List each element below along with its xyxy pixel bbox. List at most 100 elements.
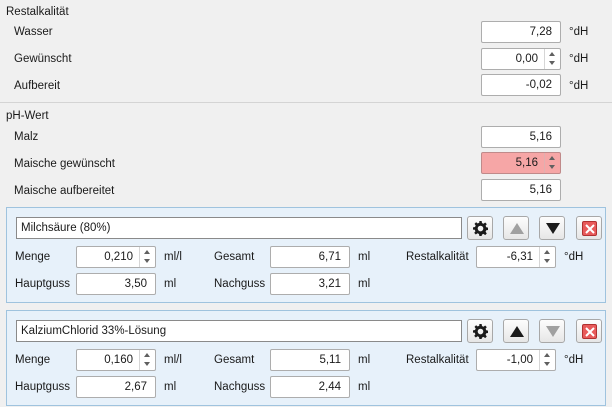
label-hauptguss: Hauptguss (15, 278, 70, 290)
settings-button[interactable] (467, 319, 493, 343)
maische-gewuenscht-value: 5,16 (515, 157, 538, 169)
step-down-icon[interactable] (545, 59, 560, 69)
aufbereit-field[interactable]: -0,02 (481, 74, 561, 96)
label-menge: Menge (15, 251, 51, 263)
label-malz: Malz (14, 131, 39, 143)
unit-aufbereit: °dH (569, 80, 589, 92)
unit-wasser: °dH (569, 26, 589, 38)
additive-name-field[interactable]: KalziumChlorid 33%-Lösung (16, 320, 462, 342)
menge-value: 0,210 (104, 251, 133, 263)
menge-value: 0,160 (104, 354, 133, 366)
label-gesamt: Gesamt (214, 354, 255, 366)
restalkalitaet-value: -1,00 (506, 354, 533, 366)
additive-name: Milchsäure (80%) (21, 222, 111, 234)
step-up-icon[interactable] (540, 247, 555, 257)
settings-button[interactable] (467, 216, 493, 240)
restalkalitaet-stepper[interactable] (539, 247, 555, 267)
section-divider (0, 102, 612, 103)
step-down-icon[interactable] (545, 163, 560, 173)
maische-gewuenscht-spinbox[interactable]: 5,16 (481, 152, 561, 174)
move-up-button[interactable] (503, 319, 529, 343)
nachguss-value: 2,44 (318, 381, 341, 393)
label-maische-aufbereitet: Maische aufbereitet (14, 185, 115, 197)
step-up-icon[interactable] (545, 49, 560, 59)
label-aufbereit: Aufbereit (14, 80, 61, 92)
additive-panel-kalziumchlorid: KalziumChlorid 33%-Lösung Menge 0,160 ml… (6, 310, 606, 406)
delete-icon (582, 324, 597, 339)
hauptguss-field[interactable]: 3,50 (76, 273, 156, 295)
unit-restalkalitaet: °dH (564, 354, 584, 366)
nachguss-field[interactable]: 2,44 (270, 376, 350, 398)
step-up-icon[interactable] (140, 350, 155, 360)
wasser-field[interactable]: 7,28 (481, 21, 561, 43)
maische-aufbereitet-field[interactable]: 5,16 (481, 179, 561, 201)
additive-name-field[interactable]: Milchsäure (80%) (16, 217, 462, 239)
delete-icon (582, 221, 597, 236)
label-wasser: Wasser (14, 26, 53, 38)
malz-value: 5,16 (529, 131, 552, 143)
move-down-button[interactable] (539, 216, 565, 240)
unit-hauptguss: ml (164, 278, 177, 290)
step-up-icon[interactable] (140, 247, 155, 257)
label-restalkalitaet: Restalkalität (406, 354, 469, 366)
additive-name: KalziumChlorid 33%-Lösung (21, 325, 167, 337)
label-menge: Menge (15, 354, 51, 366)
arrow-down-icon (546, 326, 560, 337)
label-gesamt: Gesamt (214, 251, 255, 263)
gesamt-field[interactable]: 5,11 (270, 349, 350, 371)
menge-spinbox[interactable]: 0,210 (76, 246, 156, 268)
step-down-icon[interactable] (540, 360, 555, 370)
label-gewuenscht: Gewünscht (14, 53, 72, 65)
section-title-ph: pH-Wert (6, 110, 49, 122)
gesamt-value: 6,71 (318, 251, 341, 263)
gewuenscht-stepper[interactable] (544, 49, 560, 69)
wasser-value: 7,28 (529, 26, 552, 38)
unit-gesamt: ml (358, 354, 371, 366)
malz-field[interactable]: 5,16 (481, 126, 561, 148)
nachguss-field[interactable]: 3,21 (270, 273, 350, 295)
unit-menge: ml/l (164, 354, 182, 366)
unit-gesamt: ml (358, 251, 371, 263)
label-nachguss: Nachguss (214, 381, 266, 393)
menge-stepper[interactable] (139, 247, 155, 267)
unit-nachguss: ml (358, 381, 371, 393)
label-restalkalitaet: Restalkalität (406, 251, 469, 263)
unit-nachguss: ml (358, 278, 371, 290)
move-down-button[interactable] (539, 319, 565, 343)
menge-stepper[interactable] (139, 350, 155, 370)
restalkalitaet-spinbox[interactable]: -6,31 (476, 246, 556, 268)
maische-aufbereitet-value: 5,16 (529, 184, 552, 196)
delete-button[interactable] (576, 216, 602, 240)
step-up-icon[interactable] (540, 350, 555, 360)
unit-hauptguss: ml (164, 381, 177, 393)
label-nachguss: Nachguss (214, 278, 266, 290)
section-title-restalkalitaet: Restalkalität (6, 6, 69, 18)
move-up-button[interactable] (503, 216, 529, 240)
restalkalitaet-value: -6,31 (506, 251, 533, 263)
arrow-up-icon (510, 326, 524, 337)
step-down-icon[interactable] (140, 257, 155, 267)
label-maische-gewuenscht: Maische gewünscht (14, 158, 115, 170)
unit-gewuenscht: °dH (569, 53, 589, 65)
gesamt-field[interactable]: 6,71 (270, 246, 350, 268)
delete-button[interactable] (576, 319, 602, 343)
step-down-icon[interactable] (140, 360, 155, 370)
additive-panel-milchsaeure: Milchsäure (80%) Menge 0,210 ml/l Gesamt… (6, 207, 606, 303)
hauptguss-value: 2,67 (124, 381, 147, 393)
maische-gewuenscht-stepper[interactable] (544, 153, 560, 173)
step-up-icon[interactable] (545, 153, 560, 163)
unit-restalkalitaet: °dH (564, 251, 584, 263)
hauptguss-field[interactable]: 2,67 (76, 376, 156, 398)
restalkalitaet-spinbox[interactable]: -1,00 (476, 349, 556, 371)
unit-menge: ml/l (164, 251, 182, 263)
arrow-down-icon (546, 223, 560, 234)
gewuenscht-value: 0,00 (515, 53, 538, 65)
gewuenscht-spinbox[interactable]: 0,00 (481, 48, 561, 70)
hauptguss-value: 3,50 (124, 278, 147, 290)
step-down-icon[interactable] (540, 257, 555, 267)
gesamt-value: 5,11 (319, 354, 341, 366)
nachguss-value: 3,21 (318, 278, 341, 290)
restalkalitaet-stepper[interactable] (539, 350, 555, 370)
aufbereit-value: -0,02 (525, 79, 552, 91)
menge-spinbox[interactable]: 0,160 (76, 349, 156, 371)
